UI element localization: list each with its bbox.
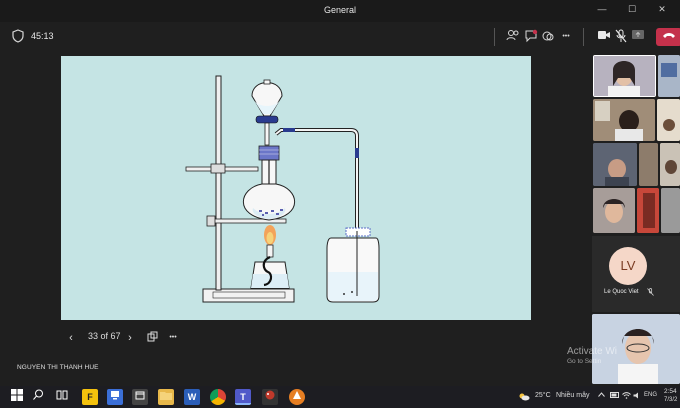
windows-logo-icon: [11, 389, 23, 401]
volume-icon[interactable]: [633, 392, 642, 401]
avatar: LV: [609, 247, 647, 285]
minimize-button[interactable]: —: [592, 4, 612, 14]
hangup-button[interactable]: [656, 28, 680, 46]
window-title: General: [323, 5, 357, 15]
windows-taskbar: F W T 25°C Nhiều mây ENG 2:54 7/3/2: [0, 386, 680, 408]
participant-video-tile[interactable]: [593, 188, 635, 233]
task-view-icon[interactable]: [54, 389, 70, 405]
search-icon[interactable]: [30, 389, 46, 405]
slide-counter: 33 of 67: [88, 331, 121, 341]
participant-name: Le Quoc Viet: [604, 289, 639, 295]
app-calendar-icon[interactable]: [132, 389, 148, 405]
share-icon[interactable]: [630, 29, 646, 45]
maximize-button[interactable]: ☐: [622, 4, 642, 15]
mic-off-icon: [647, 288, 654, 298]
shield-icon[interactable]: [10, 29, 26, 45]
distillation-apparatus-diagram: [185, 75, 380, 303]
toolbar-divider: [494, 28, 495, 46]
title-bar: General — ☐ ✕: [0, 0, 680, 22]
activate-windows-watermark: Activate Wi Go to Settin: [567, 346, 617, 365]
weather-text[interactable]: Nhiều mây: [556, 392, 589, 399]
toolbar-divider: [583, 28, 584, 46]
next-slide-button[interactable]: ›: [123, 331, 137, 345]
clock-time[interactable]: 2:54: [664, 388, 677, 395]
participant-video-tile[interactable]: [593, 143, 637, 186]
reactions-icon[interactable]: [540, 29, 556, 45]
chevron-up-icon[interactable]: [598, 392, 605, 399]
presenter-name: NGUYEN THI THANH HUE: [17, 364, 99, 371]
clock-date[interactable]: 7/3/2: [664, 397, 677, 403]
sync-slides-button[interactable]: [145, 331, 159, 345]
camera-icon[interactable]: [596, 29, 612, 45]
file-explorer-icon[interactable]: [158, 389, 174, 405]
battery-icon[interactable]: [610, 392, 620, 400]
participant-video-tile[interactable]: [639, 143, 658, 186]
close-button[interactable]: ✕: [652, 4, 672, 15]
watermark-line-2: Go to Settin: [567, 358, 602, 365]
people-icon[interactable]: [505, 29, 521, 45]
slides-icon: [147, 331, 157, 342]
app-orange-icon[interactable]: [289, 389, 305, 405]
meeting-toolbar: 45:13 •••: [0, 22, 680, 52]
app-paint-icon[interactable]: [262, 389, 278, 405]
participant-video-tile[interactable]: [593, 99, 655, 141]
participant-video-tile[interactable]: [661, 188, 680, 233]
slide-more-button[interactable]: •••: [166, 331, 180, 345]
weather-icon[interactable]: [518, 392, 530, 403]
participant-video-tile[interactable]: [660, 143, 680, 186]
prev-slide-button[interactable]: ‹: [64, 331, 78, 345]
teams-window: General — ☐ ✕ 45:13 ••• ‹ 33 of 67 › •••…: [0, 0, 680, 408]
start-button[interactable]: [9, 389, 25, 405]
app-f-icon[interactable]: F: [82, 389, 98, 405]
participant-video-tile[interactable]: [593, 55, 656, 97]
participant-avatar-tile[interactable]: LV Le Quoc Viet: [592, 236, 680, 312]
participant-video-tile[interactable]: [657, 99, 680, 141]
participant-video-tile[interactable]: [637, 188, 659, 233]
chat-icon[interactable]: [523, 29, 539, 45]
teams-icon[interactable]: T: [235, 389, 251, 405]
mic-off-icon[interactable]: [613, 29, 629, 45]
watermark-line-1: Activate Wi: [567, 346, 618, 357]
word-icon[interactable]: W: [184, 389, 200, 405]
chrome-icon[interactable]: [210, 389, 226, 405]
more-icon[interactable]: •••: [558, 29, 574, 45]
participant-video-tile[interactable]: [658, 55, 680, 97]
app-screen-icon[interactable]: [107, 389, 123, 405]
shared-slide: [61, 56, 531, 320]
hangup-icon: [663, 33, 675, 38]
meeting-timer: 45:13: [31, 31, 54, 41]
wifi-icon[interactable]: [622, 392, 631, 401]
weather-temp[interactable]: 25°C: [535, 392, 551, 399]
language-indicator[interactable]: ENG: [644, 392, 657, 398]
